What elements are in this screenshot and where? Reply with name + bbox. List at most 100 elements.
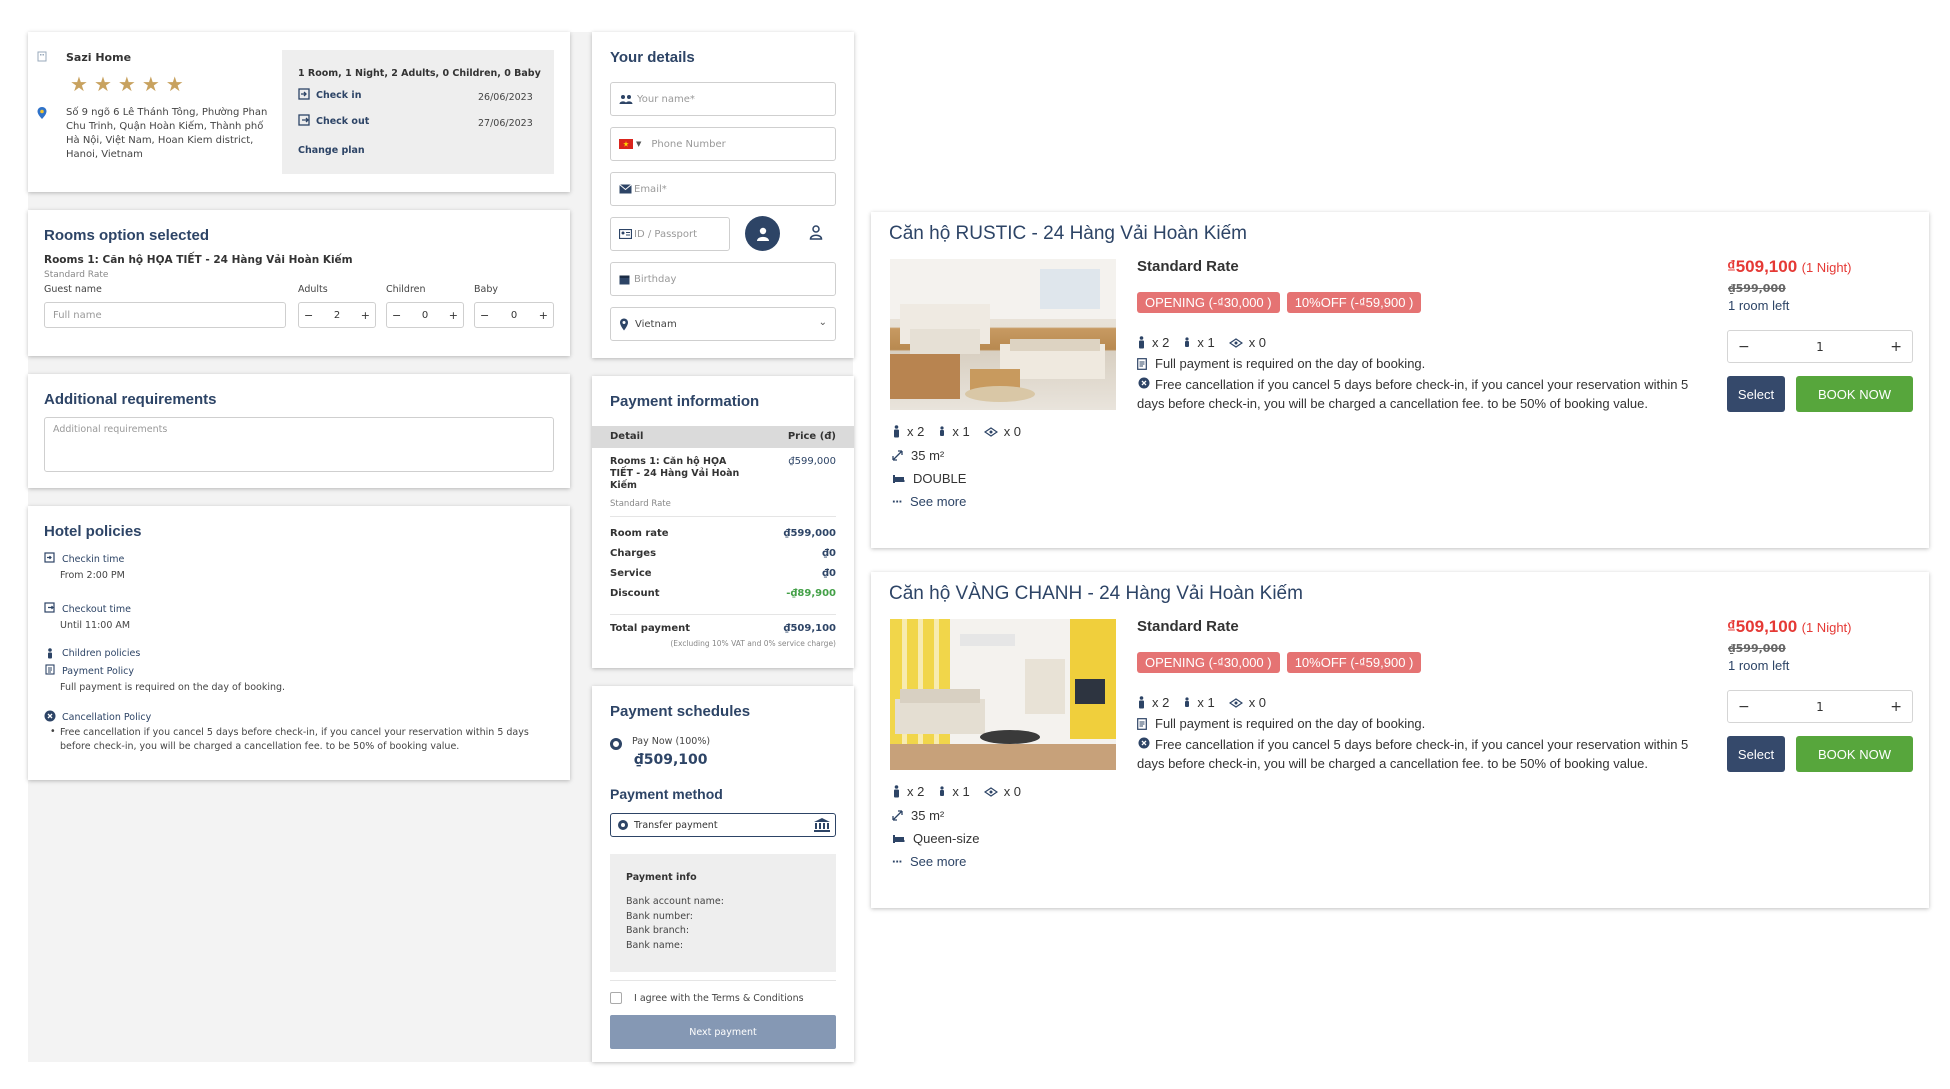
room-area: 35 m² bbox=[911, 808, 945, 823]
rooms-selected-card: Rooms option selected Rooms 1: Căn hộ HỌ… bbox=[28, 210, 570, 356]
baby-label: Baby bbox=[474, 284, 498, 295]
baby-count: 0 bbox=[510, 309, 518, 321]
promo-opening: OPENING (-₫30,000 ) bbox=[1137, 652, 1280, 673]
old-price: ₫599,000 bbox=[1728, 642, 1786, 655]
next-payment-button[interactable]: Next payment bbox=[610, 1015, 836, 1049]
quantity-stepper[interactable]: − 1 + bbox=[1727, 330, 1913, 363]
room-photo[interactable] bbox=[890, 259, 1116, 410]
birthday-placeholder: Birthday bbox=[634, 273, 677, 285]
method-label: Transfer payment bbox=[634, 820, 718, 831]
expand-icon bbox=[892, 810, 903, 821]
hotel-summary-card: Sazi Home ★ ★ ★ ★ ★ Số 9 ngõ 6 Lê Thánh Tông… bbox=[28, 32, 570, 192]
additional-requirements-card: Additional requirements Additional requi… bbox=[28, 374, 570, 488]
minus-icon[interactable]: − bbox=[1738, 699, 1750, 715]
see-more-link[interactable]: ··· See more bbox=[892, 494, 966, 509]
bed-icon bbox=[892, 834, 905, 844]
location-pin-icon bbox=[36, 106, 48, 120]
room-area-row: 35 m² bbox=[892, 448, 944, 463]
hotel-name: Sazi Home bbox=[66, 51, 132, 64]
minus-icon[interactable]: − bbox=[392, 309, 401, 322]
user-outline-icon[interactable] bbox=[808, 224, 824, 240]
payment-room-line: Rooms 1: Căn hộ HỌA TIẾT - 24 Hàng Vải H… bbox=[610, 456, 740, 491]
payment-room-rate: Standard Rate bbox=[610, 499, 671, 509]
room-photo[interactable] bbox=[890, 619, 1116, 770]
see-more-link[interactable]: ··· See more bbox=[892, 854, 966, 869]
vietnam-flag-icon[interactable]: ▼ bbox=[619, 139, 641, 149]
guest-name-input[interactable]: Full name bbox=[44, 302, 286, 328]
see-more-label: See more bbox=[910, 854, 967, 869]
room-price: ₫509,100 bbox=[1727, 257, 1798, 276]
plus-icon[interactable]: + bbox=[539, 309, 548, 322]
checkout-label: Check out bbox=[316, 116, 370, 127]
plus-icon[interactable]: + bbox=[361, 309, 370, 322]
children-label: Children bbox=[386, 284, 426, 295]
cancellation-text: Free cancellation if you cancel 5 days b… bbox=[1137, 377, 1689, 411]
payment-info-box: Payment info Bank account name: Bank num… bbox=[610, 854, 836, 972]
old-price: ₫599,000 bbox=[1728, 282, 1786, 295]
adult-count: x 2 bbox=[907, 424, 925, 439]
minus-icon[interactable]: − bbox=[1738, 339, 1750, 355]
payment-policy-value: Full payment is required on the day of b… bbox=[60, 682, 286, 693]
baby-stepper[interactable]: − 0 + bbox=[474, 302, 554, 328]
child-icon bbox=[1183, 337, 1191, 348]
child-count: x 1 bbox=[1197, 335, 1215, 350]
child-icon bbox=[938, 426, 946, 437]
email-field[interactable]: Email* bbox=[610, 172, 836, 206]
select-button[interactable]: Select bbox=[1727, 736, 1785, 772]
user-group-icon bbox=[619, 94, 633, 104]
adult-icon bbox=[1137, 696, 1146, 709]
checkin-time-title: Checkin time bbox=[62, 554, 125, 565]
payment-info-box-title: Payment info bbox=[626, 872, 697, 883]
checkout-date: 27/06/2023 bbox=[478, 118, 533, 129]
children-stepper[interactable]: − 0 + bbox=[386, 302, 464, 328]
plus-icon[interactable]: + bbox=[1890, 339, 1902, 355]
location-icon bbox=[619, 318, 629, 331]
room-rate-value: ₫599,000 bbox=[783, 528, 836, 539]
birthday-field[interactable]: Birthday bbox=[610, 262, 836, 296]
checkout-icon bbox=[298, 114, 310, 126]
checkout-time-value: Until 11:00 AM bbox=[60, 620, 131, 631]
name-field[interactable]: Your name* bbox=[610, 82, 836, 116]
transfer-payment-option[interactable]: Transfer payment bbox=[610, 813, 836, 837]
terms-checkbox[interactable] bbox=[610, 992, 622, 1004]
plus-icon[interactable]: + bbox=[1890, 699, 1902, 715]
expand-icon bbox=[892, 450, 903, 461]
checkin-date: 26/06/2023 bbox=[478, 92, 533, 103]
book-now-button[interactable]: BOOK NOW bbox=[1796, 376, 1913, 412]
country-select[interactable]: Vietnam ⌄ bbox=[610, 307, 836, 341]
minus-icon[interactable]: − bbox=[304, 309, 313, 322]
bank-icon bbox=[813, 817, 831, 833]
phone-placeholder: Phone Number bbox=[651, 138, 726, 150]
child-icon bbox=[938, 786, 946, 797]
hotel-stars: ★ ★ ★ ★ ★ bbox=[70, 72, 190, 96]
bed-icon bbox=[892, 474, 905, 484]
adults-stepper[interactable]: − 2 + bbox=[298, 302, 376, 328]
select-button[interactable]: Select bbox=[1727, 376, 1785, 412]
checkin-icon bbox=[298, 88, 310, 100]
phone-field[interactable]: ▼ Phone Number bbox=[610, 127, 836, 161]
checkin-time-icon bbox=[44, 552, 55, 563]
method-radio[interactable] bbox=[618, 820, 628, 830]
book-now-button[interactable]: BOOK NOW bbox=[1796, 736, 1913, 772]
schedules-title: Payment schedules bbox=[610, 703, 751, 720]
selected-room-name: Rooms 1: Căn hộ HỌA TIẾT - 24 Hàng Vải H… bbox=[44, 254, 353, 266]
chevron-down-icon: ▼ bbox=[636, 140, 642, 148]
guest-name-label: Guest name bbox=[44, 284, 102, 295]
avatar-button[interactable] bbox=[745, 216, 780, 251]
quantity-value: 1 bbox=[1816, 339, 1824, 354]
id-passport-field[interactable]: ID / Passport bbox=[610, 217, 730, 251]
additional-textarea[interactable]: Additional requirements bbox=[44, 417, 554, 472]
rate-occupancy: x 2 x 1 x 0 bbox=[1137, 695, 1266, 710]
change-plan-link[interactable]: Change plan bbox=[298, 145, 365, 156]
star-icon: ★ bbox=[93, 72, 112, 96]
room-occupancy: x 2 x 1 x 0 bbox=[892, 784, 1021, 799]
pay-now-radio[interactable] bbox=[610, 738, 622, 750]
plus-icon[interactable]: + bbox=[449, 309, 458, 322]
total-label: Total payment bbox=[610, 623, 691, 634]
minus-icon[interactable]: − bbox=[480, 309, 489, 322]
cancel-icon bbox=[44, 710, 56, 722]
hotel-policies-card: Hotel policies Checkin time From 2:00 PM… bbox=[28, 506, 570, 780]
star-icon: ★ bbox=[117, 72, 136, 96]
quantity-stepper[interactable]: − 1 + bbox=[1727, 690, 1913, 723]
plan-box: 1 Room, 1 Night, 2 Adults, 0 Children, 0… bbox=[282, 50, 554, 174]
